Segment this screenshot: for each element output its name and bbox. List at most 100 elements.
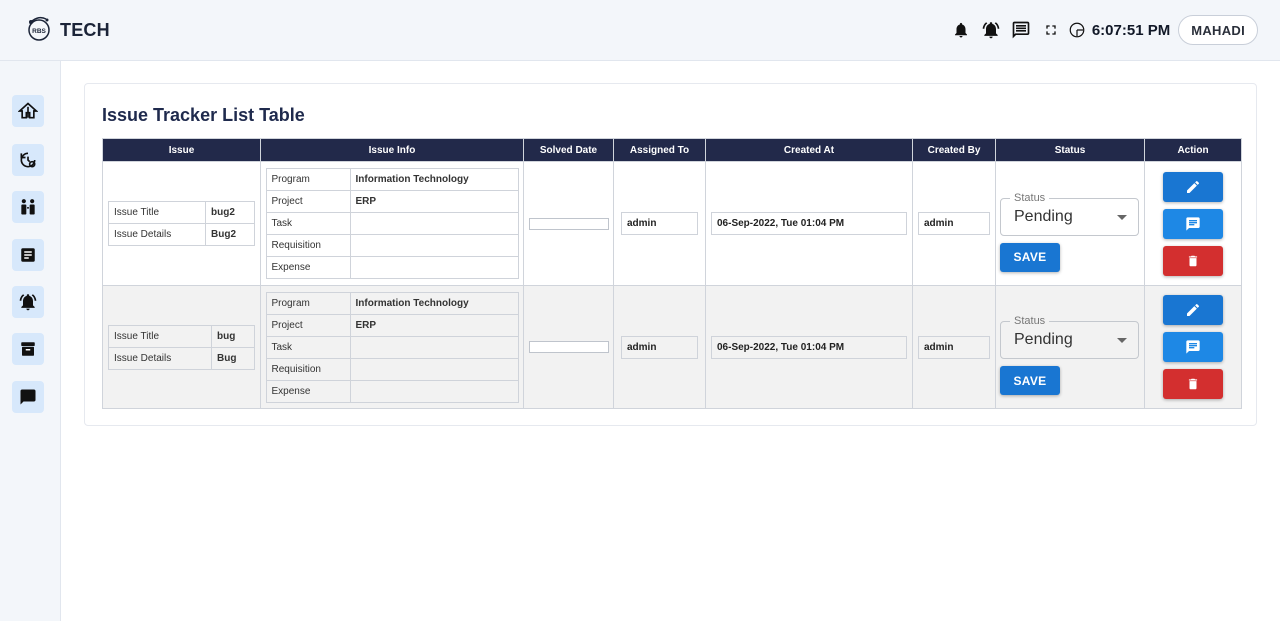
column-header-solved-date: Solved Date xyxy=(523,138,614,162)
issue-tracker-table: Issue Issue Info Solved Date Assigned To… xyxy=(102,138,1242,409)
trash-icon xyxy=(1188,255,1198,266)
info-value-project: ERP xyxy=(349,313,519,337)
table-row: Issue Title bug Issue Details Bug Progra… xyxy=(102,285,1242,409)
info-value-program: Information Technology xyxy=(349,291,519,315)
created-at-cell: 06-Sep-2022, Tue 01:04 PM xyxy=(705,161,913,286)
assigned-to-field: admin xyxy=(621,212,698,235)
archive-icon xyxy=(21,342,35,356)
action-cell xyxy=(1144,161,1242,286)
issue-tracker-card: Issue Tracker List Table Issue Issue Inf… xyxy=(84,83,1257,426)
edit-icon xyxy=(1187,180,1200,193)
issue-title-value: bug2 xyxy=(205,201,255,224)
chevron-down-icon xyxy=(1117,338,1127,343)
clock-time: 6:07:51 PM xyxy=(1091,21,1171,39)
action-cell xyxy=(1144,285,1242,409)
info-label-requisition: Requisition xyxy=(265,234,351,257)
info-value-expense xyxy=(349,256,519,279)
sidebar-item-people[interactable] xyxy=(12,191,44,223)
info-label-task: Task xyxy=(265,335,351,359)
page-title: Issue Tracker List Table xyxy=(102,105,305,125)
issue-info-table: Program Information Technology Project ERP… xyxy=(265,291,519,403)
info-label-program: Program xyxy=(265,168,351,191)
created-at-cell: 06-Sep-2022, Tue 01:04 PM xyxy=(705,285,913,409)
edit-button[interactable] xyxy=(1163,295,1223,325)
user-menu-button[interactable]: MAHADI xyxy=(1178,15,1258,45)
sidebar-item-settings-history[interactable] xyxy=(12,144,44,176)
issue-title-value: bug xyxy=(211,324,255,348)
issue-info-table: Program Information Technology Project ERP… xyxy=(265,168,519,279)
issue-title-label: Issue Title xyxy=(108,324,212,348)
document-icon xyxy=(21,248,35,262)
assigned-to-field: admin xyxy=(621,335,698,359)
column-header-created-at: Created At xyxy=(705,138,913,162)
delete-button[interactable] xyxy=(1163,245,1223,276)
info-label-requisition: Requisition xyxy=(265,357,351,381)
edit-button[interactable] xyxy=(1163,171,1223,202)
column-header-issue-info: Issue Info xyxy=(260,138,524,162)
column-header-status: Status xyxy=(995,138,1145,162)
issue-info-cell: Program Information Technology Project ERP… xyxy=(260,285,524,409)
logo-mark-icon: RBS xyxy=(24,15,58,45)
assigned-to-cell: admin xyxy=(613,161,706,286)
status-control: Status Pending SAVE xyxy=(1000,297,1139,397)
created-at-field: 06-Sep-2022, Tue 01:04 PM xyxy=(711,335,907,359)
message-icon[interactable] xyxy=(1010,19,1032,41)
solved-date-cell xyxy=(523,161,614,286)
status-select-value: Pending xyxy=(1014,207,1073,225)
comment-icon xyxy=(1186,340,1200,354)
comment-button[interactable] xyxy=(1163,332,1223,362)
status-select-label: Status xyxy=(1010,191,1050,204)
info-value-requisition xyxy=(349,357,519,381)
people-icon xyxy=(21,199,35,215)
info-value-project: ERP xyxy=(349,190,519,213)
alarm-icon[interactable] xyxy=(980,19,1002,41)
home-icon xyxy=(18,102,38,119)
info-label-expense: Expense xyxy=(265,256,351,279)
sidebar xyxy=(0,61,61,621)
comment-button[interactable] xyxy=(1163,208,1223,239)
sidebar-item-documents[interactable] xyxy=(12,239,44,271)
save-button[interactable]: SAVE xyxy=(1000,366,1060,395)
chat-icon xyxy=(20,389,36,405)
column-header-created-by: Created By xyxy=(912,138,996,162)
header-actions: 6:07:51 PM MAHADI xyxy=(950,15,1258,45)
delete-button[interactable] xyxy=(1163,369,1223,399)
fullscreen-icon[interactable] xyxy=(1040,19,1062,41)
issue-details-label: Issue Details xyxy=(108,346,212,370)
sidebar-item-archive[interactable] xyxy=(12,333,44,365)
column-header-assigned-to: Assigned To xyxy=(613,138,706,162)
logo[interactable]: RBS TECH xyxy=(24,15,110,45)
sidebar-item-alarm[interactable] xyxy=(12,286,44,318)
table-row: Issue Title bug2 Issue Details Bug2 Prog… xyxy=(102,161,1242,286)
info-value-requisition xyxy=(349,234,519,257)
bell-icon[interactable] xyxy=(950,19,972,41)
trash-icon xyxy=(1188,378,1198,390)
created-at-field: 06-Sep-2022, Tue 01:04 PM xyxy=(711,212,907,235)
status-cell: Status Pending SAVE xyxy=(995,161,1145,286)
created-by-field: admin xyxy=(918,212,990,235)
comment-icon xyxy=(1186,216,1200,231)
sidebar-item-home[interactable] xyxy=(12,95,44,127)
sidebar-item-chat[interactable] xyxy=(12,381,44,413)
status-control: Status Pending SAVE xyxy=(1000,174,1139,274)
info-label-project: Project xyxy=(265,190,351,213)
save-button[interactable]: SAVE xyxy=(1000,242,1060,272)
issue-info-cell: Program Information Technology Project ERP… xyxy=(260,161,524,286)
top-bar: RBS TECH 6:07:51 PM MAHADI xyxy=(0,0,1280,61)
status-select-value: Pending xyxy=(1014,331,1073,348)
solved-date-field xyxy=(528,341,609,353)
table-header-row: Issue Issue Info Solved Date Assigned To… xyxy=(102,138,1242,162)
issue-cell: Issue Title bug Issue Details Bug xyxy=(102,285,261,409)
issue-details-value: Bug xyxy=(211,346,255,370)
solved-date-field xyxy=(528,217,609,230)
edit-icon xyxy=(1187,303,1200,316)
chevron-down-icon xyxy=(1117,214,1127,220)
created-by-field: admin xyxy=(918,335,990,359)
issue-title-label: Issue Title xyxy=(108,201,206,224)
info-value-expense xyxy=(349,379,519,403)
issue-summary-table: Issue Title bug2 Issue Details Bug2 xyxy=(108,201,255,246)
issue-details-value: Bug2 xyxy=(205,223,255,246)
issue-details-label: Issue Details xyxy=(108,223,206,246)
clock-icon xyxy=(1066,19,1088,41)
status-cell: Status Pending SAVE xyxy=(995,285,1145,409)
